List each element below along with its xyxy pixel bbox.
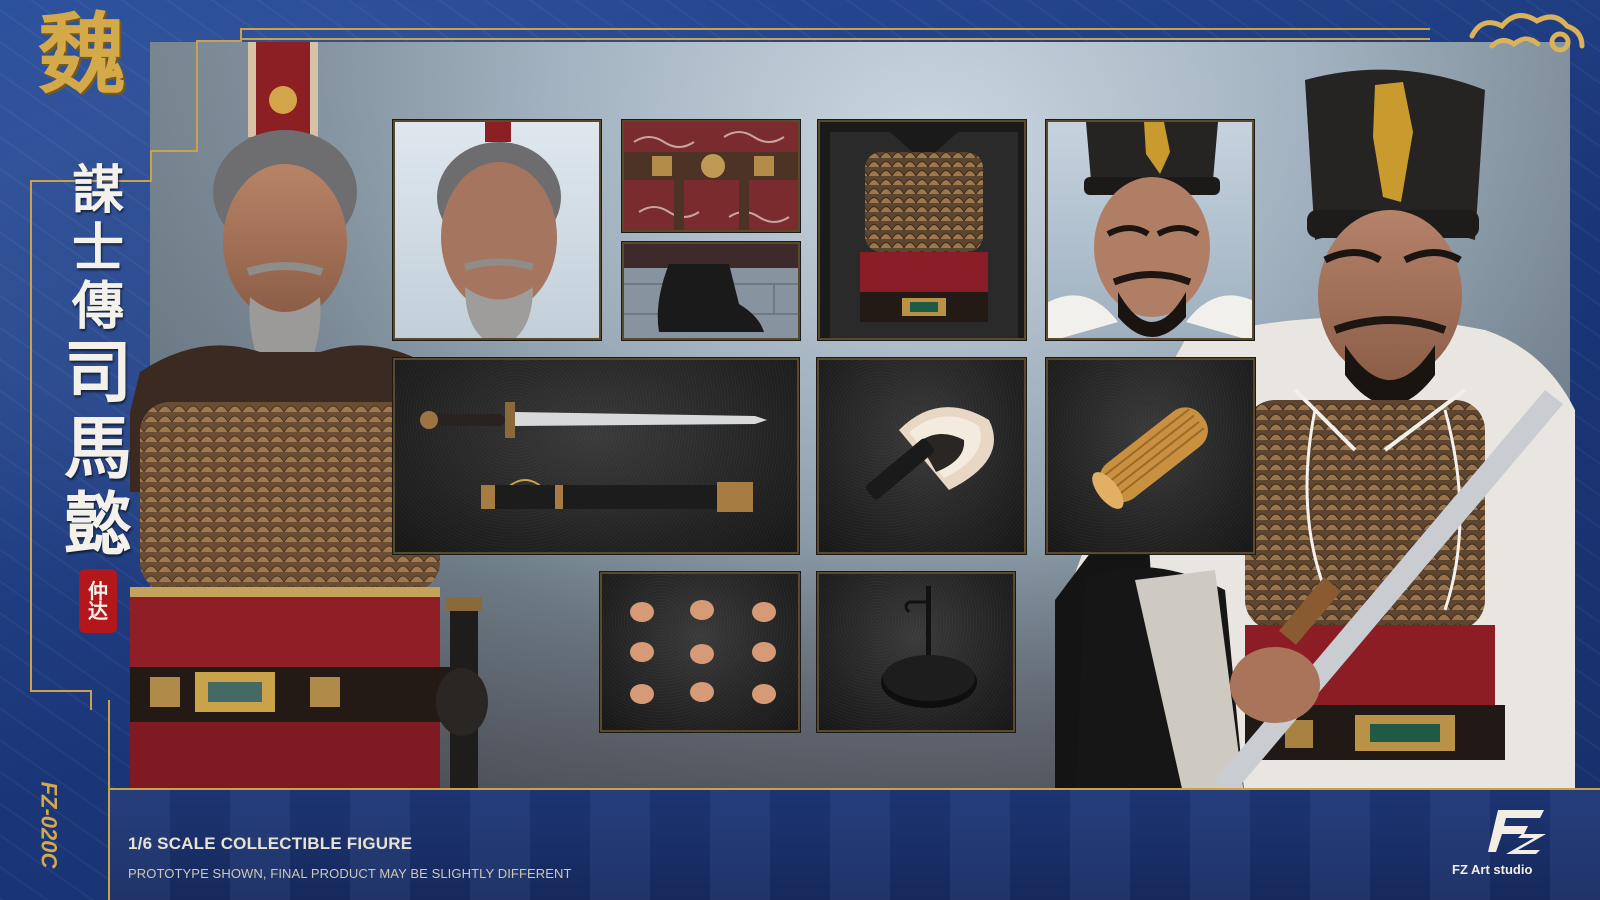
- tile-feather-fan: [817, 358, 1026, 554]
- tile-boot-detail: [622, 242, 800, 340]
- frame-left: [30, 180, 32, 690]
- tile-head-sculpt-elder: [393, 120, 601, 340]
- title-char: 傳: [71, 276, 124, 337]
- armor-icon: [820, 122, 1024, 338]
- prototype-disclaimer: PROTOTYPE SHOWN, FINAL PRODUCT MAY BE SL…: [128, 866, 572, 881]
- bamboo-scroll-icon: [1092, 407, 1208, 509]
- kingdom-character: 魏: [38, 2, 127, 106]
- title-char: 司: [63, 333, 132, 413]
- boot-icon: [624, 244, 798, 338]
- tile-interchangeable-hands: [600, 572, 800, 732]
- frame-line-top-inner: [240, 38, 1430, 40]
- product-code-text: FZ-020C: [36, 781, 62, 869]
- frame-line-top: [240, 28, 1430, 30]
- fz-logo-icon: [1488, 810, 1546, 854]
- feather-fan-icon: [865, 407, 994, 500]
- seal-char: 达: [88, 599, 108, 623]
- title-char: 馬: [63, 409, 132, 489]
- tile-sword-and-scabbard: [393, 358, 799, 554]
- product-code: FZ-020C: [18, 770, 78, 880]
- frame-step: [90, 690, 92, 710]
- tile-head-sculpt-young: [1046, 120, 1254, 340]
- title-char: 懿: [63, 485, 132, 565]
- frame-corner: [240, 28, 242, 40]
- hands-icon: [630, 600, 776, 704]
- seal-char: 仲: [88, 579, 108, 603]
- frame-step: [30, 690, 90, 692]
- tile-display-stand: [817, 572, 1015, 732]
- title-char: 謀: [71, 160, 124, 221]
- name-seal: 仲 达: [79, 569, 117, 633]
- belt-icon: [624, 122, 798, 230]
- cloud-ornament-icon: [1469, 13, 1585, 53]
- title-char: 士: [71, 218, 124, 279]
- sword-icon: [420, 402, 767, 512]
- tile-armor-detail: [818, 120, 1026, 340]
- display-stand-icon: [881, 586, 977, 708]
- tile-bamboo-scroll: [1046, 358, 1255, 554]
- elder-head-icon: [437, 122, 561, 338]
- figure-title-vertical: 謀 士 傳 司 馬 懿 仲 达: [58, 165, 138, 633]
- young-head-icon: [1048, 122, 1252, 338]
- tile-belt-detail: [622, 120, 800, 232]
- brand-name: FZ Art studio: [1452, 862, 1533, 877]
- scale-label: 1/6 SCALE COLLECTIBLE FIGURE: [128, 834, 413, 853]
